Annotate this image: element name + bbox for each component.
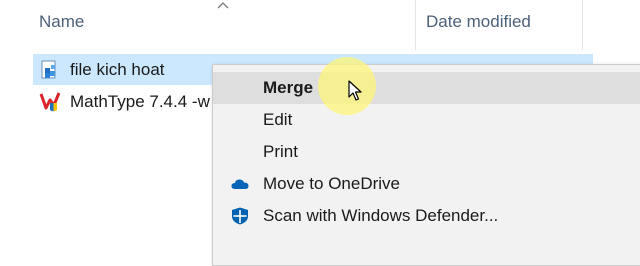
column-header: Name Date modified <box>0 0 640 52</box>
context-menu: Merge Edit Print Move to OneDrive Scan w… <box>212 64 640 266</box>
menu-item-label: Merge <box>263 78 314 97</box>
name-column-header[interactable]: Name <box>39 12 84 32</box>
onedrive-cloud-icon <box>231 179 249 189</box>
menu-item-merge[interactable]: Merge <box>213 72 640 104</box>
file-name: file kich hoat <box>70 59 165 79</box>
menu-item-label: Edit <box>263 110 293 129</box>
column-divider[interactable] <box>582 0 583 50</box>
column-divider[interactable] <box>415 0 416 50</box>
cursor-highlight <box>318 57 376 115</box>
date-modified-column-header[interactable]: Date modified <box>426 12 531 32</box>
menu-item-scan-windows-defender[interactable]: Scan with Windows Defender... <box>213 200 640 232</box>
file-name: MathType 7.4.4 -w <box>70 91 210 111</box>
menu-item-move-to-onedrive[interactable]: Move to OneDrive <box>213 168 640 200</box>
mouse-cursor-icon <box>348 80 362 101</box>
menu-item-label: Scan with Windows Defender... <box>263 206 499 225</box>
sort-ascending-icon <box>217 2 229 9</box>
mathtype-app-icon <box>39 91 61 111</box>
menu-item-edit[interactable]: Edit <box>213 104 640 136</box>
menu-item-print[interactable]: Print <box>213 136 640 168</box>
menu-item-label: Print <box>263 142 298 161</box>
registry-file-icon <box>41 60 56 78</box>
windows-defender-shield-icon <box>232 207 248 225</box>
menu-item-label: Move to OneDrive <box>263 174 400 193</box>
